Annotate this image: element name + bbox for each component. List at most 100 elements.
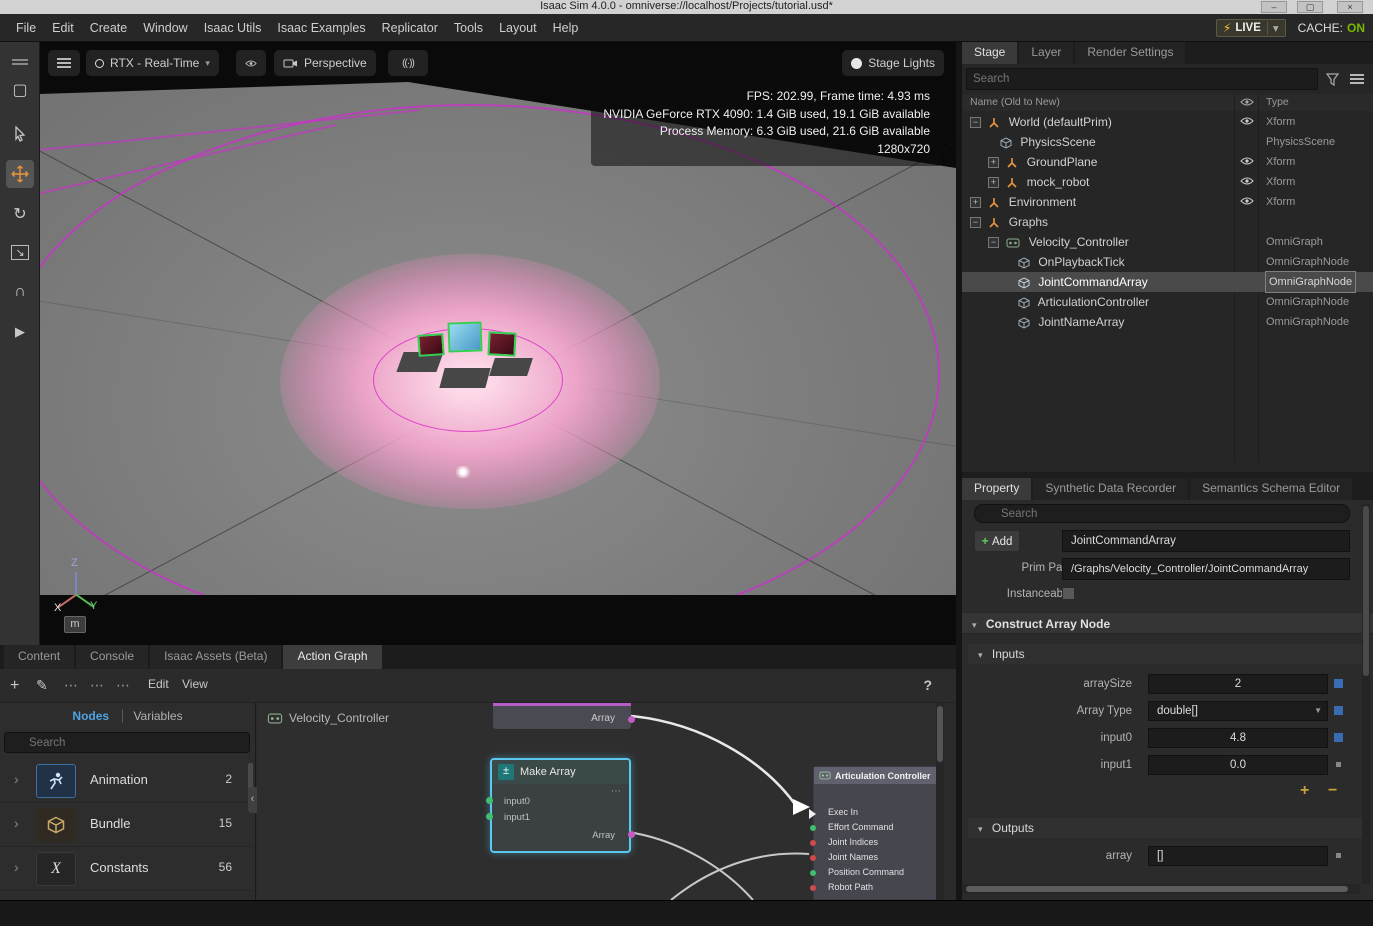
tab-variables[interactable]: Variables <box>122 709 183 723</box>
eye-icon[interactable] <box>1240 117 1254 125</box>
input0-channel-chip[interactable] <box>1334 733 1343 742</box>
visibility-button[interactable] <box>236 50 266 76</box>
dropdown-caret-icon[interactable]: ▼ <box>1314 702 1322 720</box>
tab-semantics-schema-editor[interactable]: Semantics Schema Editor <box>1190 478 1353 500</box>
array-type-dropdown[interactable]: double[] ▼ <box>1148 701 1328 721</box>
viewport[interactable]: RTX - Real-Time ▾ Perspective ((·)) Stag… <box>40 42 956 645</box>
collapse-panel-handle[interactable]: ‹ <box>248 787 257 813</box>
array-type-channel-chip[interactable] <box>1334 706 1343 715</box>
property-hscrollbar-track[interactable] <box>962 884 1360 894</box>
graph-scrollbar-thumb[interactable] <box>937 706 943 762</box>
menu-create[interactable]: Create <box>82 21 136 35</box>
unit-selector[interactable]: m <box>64 616 86 633</box>
column-name[interactable]: Name (Old to New) <box>970 94 1060 111</box>
robot-part-cyan[interactable] <box>447 321 483 353</box>
arraysize-channel-chip[interactable] <box>1334 679 1343 688</box>
property-hscrollbar-thumb[interactable] <box>966 886 1348 892</box>
eye-icon[interactable] <box>1240 197 1254 205</box>
add-node-button[interactable]: + <box>10 677 19 695</box>
toolbar-drag-handle[interactable] <box>6 46 34 74</box>
input-pin-icon[interactable] <box>486 797 493 804</box>
prim-name-field[interactable]: JointCommandArray <box>1062 530 1350 552</box>
tab-property[interactable]: Property <box>962 478 1032 500</box>
graph-node-partial[interactable]: Array <box>493 703 635 729</box>
live-button[interactable]: ⚡ LIVE ▾ <box>1215 18 1286 37</box>
menu-isaac-utils[interactable]: Isaac Utils <box>196 21 270 35</box>
list-item-animation[interactable]: › Animation 2 <box>0 759 256 803</box>
node-articulation-controller[interactable]: Articulation Controller Exec In Effort C… <box>809 766 944 900</box>
chevron-right-icon[interactable]: › <box>14 815 19 831</box>
expander-icon[interactable]: + <box>970 197 981 209</box>
play-button[interactable]: ▶ <box>6 318 34 346</box>
array-output-chip[interactable] <box>1336 853 1341 858</box>
instanceable-checkbox[interactable] <box>1062 587 1075 600</box>
menu-file[interactable]: File <box>8 21 44 35</box>
scale-tool-button[interactable]: ↘ <box>6 238 34 266</box>
node-menu-icon[interactable]: ⋯ <box>611 786 621 797</box>
table-row-jointcommandarray-selected[interactable]: JointCommandArray OmniGraphNode <box>962 271 1373 293</box>
filter-icon[interactable] <box>1326 73 1339 86</box>
eye-icon[interactable] <box>1240 157 1254 165</box>
eye-icon[interactable] <box>1240 177 1254 185</box>
add-array-item-button[interactable]: + <box>1300 782 1309 800</box>
node-header[interactable]: ± Make Array <box>492 760 629 784</box>
robot-part-red[interactable] <box>487 331 517 357</box>
renderer-dropdown[interactable]: RTX - Real-Time ▾ <box>86 50 219 76</box>
array-output-field[interactable]: [] <box>1148 846 1328 866</box>
property-vscrollbar-track[interactable] <box>1362 504 1370 884</box>
input-pin-icon[interactable] <box>810 840 816 846</box>
table-row-articulationcontroller[interactable]: ArticulationController OmniGraphNode <box>962 292 1373 312</box>
list-item-constants[interactable]: › X Constants 56 <box>0 847 256 891</box>
prim-path-field[interactable]: /Graphs/Velocity_Controller/JointCommand… <box>1062 558 1350 580</box>
input1-field[interactable]: 0.0 <box>1148 755 1328 775</box>
add-property-button[interactable]: + Add <box>974 530 1020 552</box>
tab-stage[interactable]: Stage <box>962 42 1018 64</box>
tab-isaac-assets[interactable]: Isaac Assets (Beta) <box>150 645 282 669</box>
output-pin-icon[interactable] <box>628 831 635 838</box>
move-tool-button[interactable] <box>6 160 34 188</box>
menu-isaac-examples[interactable]: Isaac Examples <box>269 21 373 35</box>
robot-part-red[interactable] <box>417 333 445 357</box>
table-row-environment[interactable]: + Environment Xform <box>962 192 1373 212</box>
stage-lights-button[interactable]: Stage Lights <box>842 50 944 76</box>
tab-nodes[interactable]: Nodes <box>72 709 109 723</box>
close-button[interactable]: × <box>1337 1 1363 13</box>
chevron-right-icon[interactable]: › <box>14 771 19 787</box>
edit-pencil-button[interactable]: ✎ <box>36 677 48 694</box>
table-row-physicsscene[interactable]: PhysicsScene PhysicsScene <box>962 132 1373 152</box>
property-search-input[interactable] <box>974 504 1350 523</box>
output-pin-icon[interactable] <box>628 716 635 723</box>
eye-column-icon[interactable] <box>1240 98 1254 106</box>
menu-window[interactable]: Window <box>135 21 195 35</box>
input-pin-icon[interactable] <box>810 855 816 861</box>
expander-icon[interactable]: + <box>988 157 999 169</box>
overflow-menu-icon[interactable]: ⋯ <box>90 677 104 694</box>
input1-channel-chip[interactable] <box>1336 762 1341 767</box>
table-row-velocity-controller[interactable]: − Velocity_Controller OmniGraph <box>962 232 1373 252</box>
overflow-menu-icon[interactable]: ⋯ <box>64 677 78 694</box>
column-type[interactable]: Type <box>1266 94 1289 111</box>
input-pin-icon[interactable] <box>810 870 816 876</box>
stage-column-header[interactable]: Name (Old to New) Type <box>962 94 1373 111</box>
audio-button[interactable]: ((·)) <box>388 50 428 76</box>
graph-edit-menu[interactable]: Edit <box>148 677 169 691</box>
expander-icon[interactable]: − <box>970 217 981 229</box>
expander-icon[interactable]: + <box>988 177 999 189</box>
table-row-world[interactable]: − World (defaultPrim) Xform <box>962 112 1373 132</box>
stage-options-icon[interactable] <box>1350 78 1364 80</box>
input-pin-icon[interactable] <box>486 813 493 820</box>
catalog-search-input[interactable] <box>4 732 250 753</box>
table-row-onplaybacktick[interactable]: OnPlaybackTick OmniGraphNode <box>962 252 1373 272</box>
expander-icon[interactable]: − <box>970 117 981 129</box>
camera-dropdown[interactable]: Perspective <box>274 50 376 76</box>
tab-action-graph[interactable]: Action Graph <box>283 645 382 669</box>
tab-synthetic-data-recorder[interactable]: Synthetic Data Recorder <box>1033 478 1189 500</box>
overflow-menu-icon[interactable]: ⋯ <box>116 677 130 694</box>
property-vscrollbar-thumb[interactable] <box>1363 506 1369 676</box>
table-row-mock-robot[interactable]: + mock_robot Xform <box>962 172 1373 192</box>
chevron-right-icon[interactable]: › <box>14 859 19 875</box>
section-outputs[interactable]: ▾ Outputs <box>968 818 1367 838</box>
table-row-groundplane[interactable]: + GroundPlane Xform <box>962 152 1373 172</box>
maximize-button[interactable]: ▢ <box>1297 1 1323 13</box>
minimize-button[interactable]: – <box>1261 1 1287 13</box>
